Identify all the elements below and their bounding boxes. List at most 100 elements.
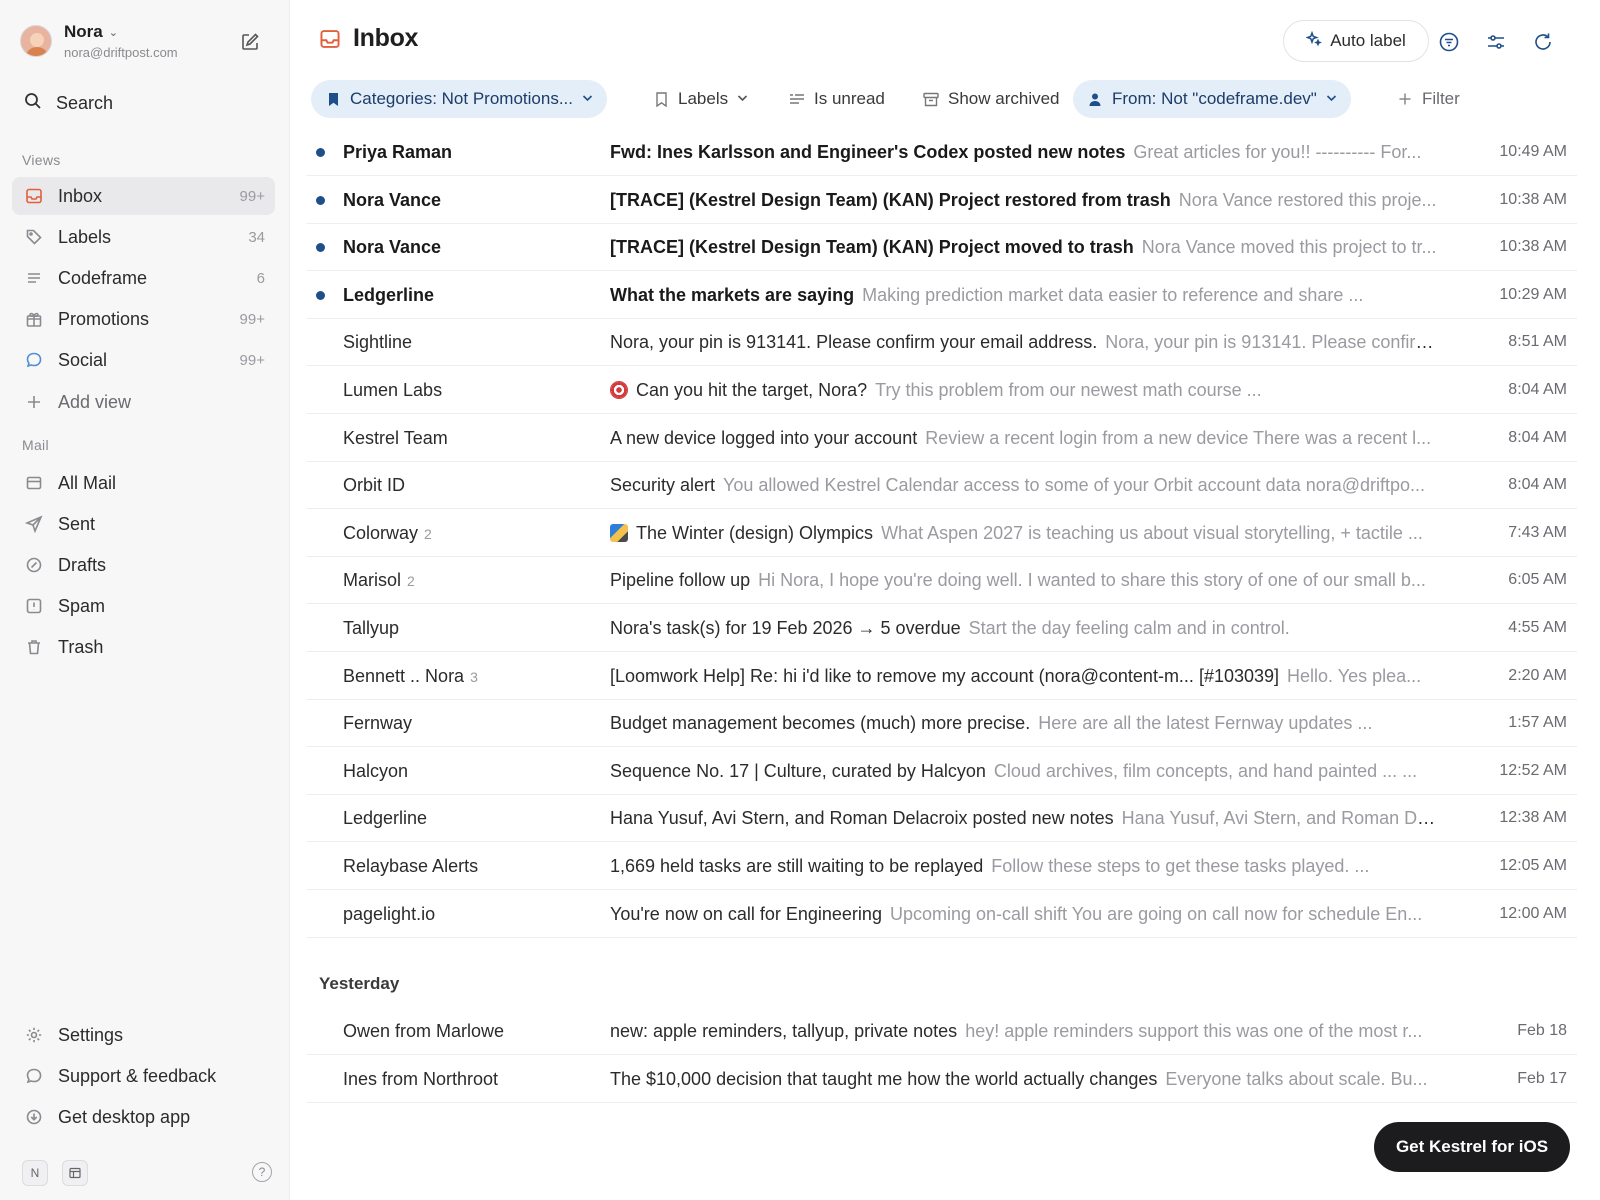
sidebar-item-promotions[interactable]: Promotions 99+ <box>12 300 275 338</box>
email-row[interactable]: Ledgerline What the markets are saying Mak… <box>307 272 1577 319</box>
add-filter-button[interactable]: Filter <box>1383 80 1474 118</box>
sender-name: Nora Vance <box>343 189 442 210</box>
download-icon <box>24 1107 44 1127</box>
sender-name: Ledgerline <box>343 284 435 305</box>
email-sender: Orbit ID <box>343 475 405 496</box>
skier-emoji-icon <box>610 523 628 542</box>
email-subject: new: apple reminders, tallyup, private n… <box>610 1021 958 1041</box>
sidebar-item-inbox[interactable]: Inbox 99+ <box>12 177 275 215</box>
add-view-button[interactable]: Add view <box>12 383 275 421</box>
email-sender: Kestrel Team <box>343 428 448 449</box>
email-row[interactable]: Colorway 2 The Winter (design) Olympics Wha… <box>307 510 1577 557</box>
search-button[interactable]: Search <box>24 92 113 115</box>
email-row[interactable]: Relaybase Alerts 1,669 held tasks are sti… <box>307 843 1577 890</box>
support-feedback-button[interactable]: Support & feedback <box>12 1057 275 1095</box>
email-time: 4:55 AM <box>1508 619 1567 636</box>
email-row[interactable]: pagelight.io You're now on call for Engin… <box>307 891 1577 938</box>
email-subject: [TRACE] (Kestrel Design Team) (KAN) Proj… <box>610 237 1134 258</box>
email-preview: Cloud archives, film concepts, and hand … <box>993 760 1418 781</box>
sidebar-item-label: Social <box>58 349 108 370</box>
email-subject: [Loomwork Help] Re: hi i'd like to remov… <box>610 665 1280 686</box>
auto-label-button[interactable]: Auto label <box>1283 20 1429 62</box>
email-time: 12:05 AM <box>1499 857 1567 874</box>
email-preview: Hello. Yes plea... <box>1287 665 1422 686</box>
email-row[interactable]: Priya Raman Fwd: Ines Karlsson and Engine… <box>307 129 1577 176</box>
page-title: Inbox <box>353 24 419 52</box>
email-row[interactable]: Ines from Northroot The $10,000 decision … <box>307 1056 1577 1103</box>
filter-list-icon[interactable] <box>1437 30 1461 54</box>
email-row[interactable]: Marisol 2 Pipeline follow up Hi Nora, I hop… <box>307 557 1577 605</box>
email-row[interactable]: Tallyup Nora's task(s) for 19 Feb 2026 → … <box>307 605 1577 652</box>
email-preview: Try this problem from our newest math co… <box>875 380 1262 400</box>
email-subject: Nora's task(s) for 19 Feb 2026 → 5 overd… <box>610 618 961 638</box>
sender-name: Priya Raman <box>343 142 453 162</box>
sidebar-item-label: Support & feedback <box>58 1065 217 1086</box>
sidebar-item-label: Spam <box>58 595 106 616</box>
sidebar-item-all-mail[interactable]: All Mail <box>12 464 275 502</box>
settings-button[interactable]: Settings <box>12 1016 275 1054</box>
sliders-icon[interactable] <box>1484 30 1508 54</box>
email-row[interactable]: Nora Vance [TRACE] (Kestrel Design Team) … <box>307 224 1577 272</box>
email-row[interactable]: Fernway Budget management becomes (much) … <box>307 700 1577 748</box>
filter-from-chip[interactable]: From: Not "codeframe.dev" <box>1073 80 1351 118</box>
filter-categories-chip[interactable]: Categories: Not Promotions... <box>311 80 607 118</box>
sidebar-item-trash[interactable]: Trash <box>12 628 275 666</box>
email-subject: Can you hit the target, Nora? <box>636 380 868 400</box>
refresh-icon[interactable] <box>1531 30 1555 54</box>
email-row[interactable]: Bennett .. Nora 3 [Loomwork Help] Re: hi i… <box>307 653 1577 700</box>
plus-icon <box>24 392 44 412</box>
email-message: [TRACE] (Kestrel Design Team) (KAN) Proj… <box>610 237 1440 258</box>
email-row[interactable]: Halcyon Sequence No. 17 | Culture, curate… <box>307 748 1577 795</box>
email-sender: Ledgerline <box>343 285 434 306</box>
get-desktop-app-button[interactable]: Get desktop app <box>12 1098 275 1136</box>
sidebar-item-sent[interactable]: Sent <box>12 505 275 543</box>
sidebar-item-labels[interactable]: Labels 34 <box>12 218 275 256</box>
help-icon[interactable]: ? <box>252 1162 272 1182</box>
spam-icon <box>24 596 44 616</box>
email-time: 12:52 AM <box>1499 761 1567 779</box>
email-row[interactable]: Orbit ID Security alert You allowed Kestre… <box>307 462 1577 510</box>
email-row[interactable]: Kestrel Team A new device logged into you… <box>307 415 1577 462</box>
email-row[interactable]: Ledgerline Hana Yusuf, Avi Stern, and Rom… <box>307 795 1577 843</box>
sidebar-item-label: Labels <box>58 226 112 247</box>
email-sender: Fernway <box>343 713 412 734</box>
filter-chip-label: Labels <box>678 89 729 108</box>
email-row[interactable]: Nora Vance [TRACE] (Kestrel Design Team) … <box>307 177 1577 224</box>
email-row[interactable]: Lumen Labs Can you hit the target, Nora? T… <box>307 367 1577 414</box>
sender-name: Marisol <box>343 570 402 591</box>
filter-is-unread-chip[interactable]: Is unread <box>775 80 899 118</box>
chat-bubble-icon <box>24 1066 44 1086</box>
layout-toggle-icon[interactable] <box>62 1160 88 1186</box>
unread-dot <box>316 290 325 300</box>
email-time: 10:38 AM <box>1499 190 1567 208</box>
email-time: Feb 17 <box>1517 1069 1567 1087</box>
main-panel: Inbox Auto label Categories: Not Promoti… <box>291 0 1600 1200</box>
email-subject: Pipeline follow up <box>610 570 751 591</box>
sidebar-item-label: Promotions <box>58 308 150 329</box>
all-mail-icon <box>24 473 44 493</box>
sidebar: Nora ⌄ nora@driftpost.com Search Views I… <box>0 0 290 1200</box>
email-preview: Review a recent login from a new device … <box>925 427 1432 448</box>
email-subject: Nora, your pin is 913141. Please confirm… <box>610 332 1098 353</box>
filter-labels-chip[interactable]: Labels <box>639 80 762 118</box>
email-time: 2:20 AM <box>1508 666 1567 684</box>
get-ios-app-button[interactable]: Get Kestrel for iOS <box>1374 1122 1570 1172</box>
email-row[interactable]: Owen from Marlowe new: apple reminders, t… <box>307 1008 1577 1055</box>
sidebar-item-social[interactable]: Social 99+ <box>12 341 275 379</box>
email-time: 12:00 AM <box>1499 904 1567 922</box>
account-switcher[interactable]: Nora ⌄ nora@driftpost.com <box>20 22 178 60</box>
sidebar-item-drafts[interactable]: Drafts <box>12 546 275 584</box>
email-sender: Marisol 2 <box>343 570 415 591</box>
compose-icon[interactable] <box>238 30 262 54</box>
send-icon <box>24 514 44 534</box>
workspace-button[interactable]: N <box>22 1160 48 1186</box>
unread-icon <box>789 91 805 107</box>
filter-show-archived-chip[interactable]: Show archived <box>909 80 1074 118</box>
sidebar-item-spam[interactable]: Spam <box>12 587 275 625</box>
sidebar-item-codeframe[interactable]: Codeframe 6 <box>12 259 275 297</box>
email-row[interactable]: Sightline Nora, your pin is 913141. Pleas… <box>307 319 1577 367</box>
email-subject: The $10,000 decision that taught me how … <box>610 1068 1158 1089</box>
email-message: Pipeline follow up Hi Nora, I hope you're… <box>610 570 1440 591</box>
email-preview: Great articles for you!! ---------- For.… <box>1133 142 1422 162</box>
email-preview: Hana Yusuf, Avi Stern, and Roman De... <box>1121 808 1440 829</box>
